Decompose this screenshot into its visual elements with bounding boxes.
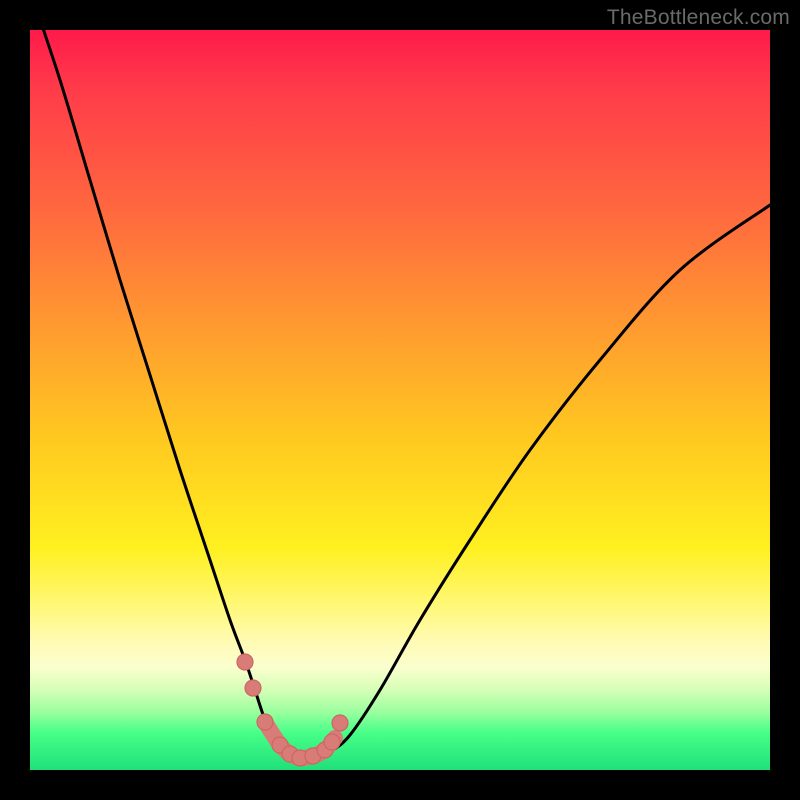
watermark-text: TheBottleneck.com: [607, 6, 790, 30]
marker-group: [237, 654, 348, 766]
curve-svg: [30, 30, 770, 770]
curve-marker: [245, 680, 261, 696]
curve-marker: [257, 714, 273, 730]
bottleneck-curve: [30, 30, 770, 759]
curve-marker: [324, 734, 340, 750]
curve-marker: [237, 654, 253, 670]
chart-frame: TheBottleneck.com: [0, 0, 800, 800]
curve-marker: [332, 715, 348, 731]
plot-area: [30, 30, 770, 770]
